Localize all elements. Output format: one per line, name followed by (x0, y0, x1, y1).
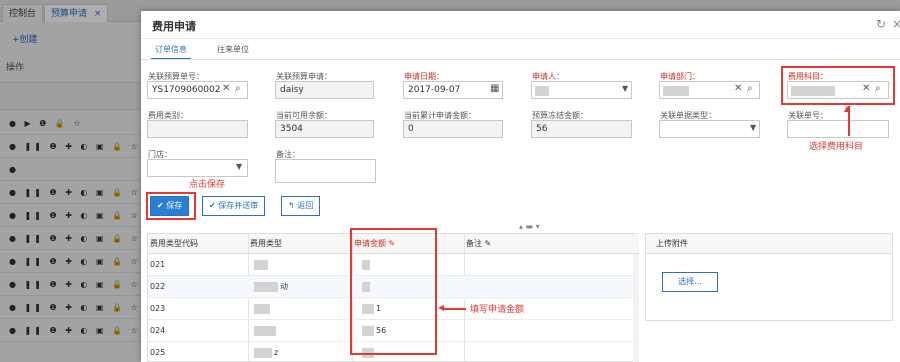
frozen-amount-value: 56 (536, 124, 548, 134)
row-code: 022 (150, 282, 166, 291)
tabs-divider (141, 59, 900, 60)
edit-icon: ✎ (484, 239, 492, 248)
redacted-type (254, 348, 272, 358)
column-header-remark: 备注 ✎ (464, 234, 639, 254)
close-icon[interactable]: × (892, 17, 900, 31)
budget-application-field: daisy (275, 81, 374, 99)
attachment-panel: 上传附件 选择... (645, 233, 893, 321)
budget-no-field[interactable]: YS1709060002 (147, 81, 248, 99)
arrow-left-icon: ◀ (438, 303, 445, 312)
annotation-save-hint: 点击保存 (189, 180, 226, 190)
attachment-title: 上传附件 (646, 234, 892, 254)
annotation-box-save (146, 192, 196, 220)
budget-no-value: YS1709060002 (152, 85, 221, 95)
title-divider (141, 38, 900, 39)
search-icon[interactable]: ⌕ (747, 83, 753, 94)
back-button-label: 返回 (297, 201, 314, 210)
apply-date-value: 2017-09-07 (408, 85, 461, 95)
budget-application-value: daisy (280, 85, 304, 95)
expense-category-field (147, 120, 248, 138)
remark-textarea[interactable] (275, 159, 376, 183)
clear-icon[interactable]: ✕ (734, 83, 742, 94)
accumulated-amount-value: 0 (408, 124, 414, 134)
row-type: z (274, 348, 279, 357)
redacted-applicant (535, 86, 549, 96)
arrow-up-icon: ▲ (844, 104, 851, 113)
annotation-subject-hint: 选择费用科目 (809, 142, 864, 152)
grid-scrollbar[interactable] (633, 254, 639, 362)
chevron-down-icon[interactable]: ▼ (236, 162, 242, 171)
doc-no-field[interactable] (787, 120, 889, 138)
annotation-box-amount (350, 228, 437, 355)
chevron-down-icon[interactable]: ▼ (622, 84, 628, 93)
row-code: 023 (150, 304, 166, 313)
back-button[interactable]: ↰ 返回 (281, 196, 321, 216)
redacted-type (254, 260, 268, 270)
redacted-type (254, 304, 270, 314)
redacted-type (254, 282, 278, 292)
apply-date-field[interactable]: 2017-09-07 (403, 81, 503, 99)
annotation-box-subject (781, 66, 895, 105)
row-code: 021 (150, 260, 166, 269)
expense-application-dialog: 费用申请 ↻ × 订单信息 往来单位 关联预算单号： YS1709060002 … (141, 11, 900, 362)
redacted-department (663, 86, 689, 96)
store-select[interactable] (147, 159, 248, 177)
choose-file-button[interactable]: 选择... (662, 272, 718, 292)
clear-icon[interactable]: ✕ (222, 83, 230, 94)
tab-counterparty[interactable]: 往来单位 (213, 42, 253, 60)
search-icon[interactable]: ⌕ (235, 83, 241, 94)
dialog-title: 费用申请 (152, 20, 196, 33)
save-and-submit-button[interactable]: ✔ 保存并送审 (202, 196, 266, 216)
row-code: 025 (150, 348, 166, 357)
redacted-type (254, 326, 276, 336)
calendar-icon[interactable]: ▦ (490, 83, 499, 94)
column-header-remark-label: 备注 (466, 239, 482, 248)
tab-order-info[interactable]: 订单信息 (151, 42, 191, 60)
accumulated-amount-field: 0 (403, 120, 503, 138)
column-header-type: 费用类型 (248, 234, 352, 254)
frozen-amount-field: 56 (531, 120, 632, 138)
doc-type-select[interactable] (659, 120, 760, 138)
save-and-submit-label: 保存并送审 (218, 201, 259, 210)
chevron-down-icon[interactable]: ▼ (750, 123, 756, 132)
annotation-arrow-line (442, 308, 466, 310)
available-balance-value: 3504 (280, 124, 303, 134)
annotation-amount-hint: 填写申请金额 (470, 305, 525, 315)
available-balance-field: 3504 (275, 120, 374, 138)
row-code: 024 (150, 326, 166, 335)
splitter-handle[interactable]: ▴ ▬ ▾ (519, 222, 540, 231)
row-type: 动 (280, 282, 288, 291)
refresh-icon[interactable]: ↻ (876, 17, 886, 31)
column-header-code: 费用类型代码 (148, 234, 248, 254)
